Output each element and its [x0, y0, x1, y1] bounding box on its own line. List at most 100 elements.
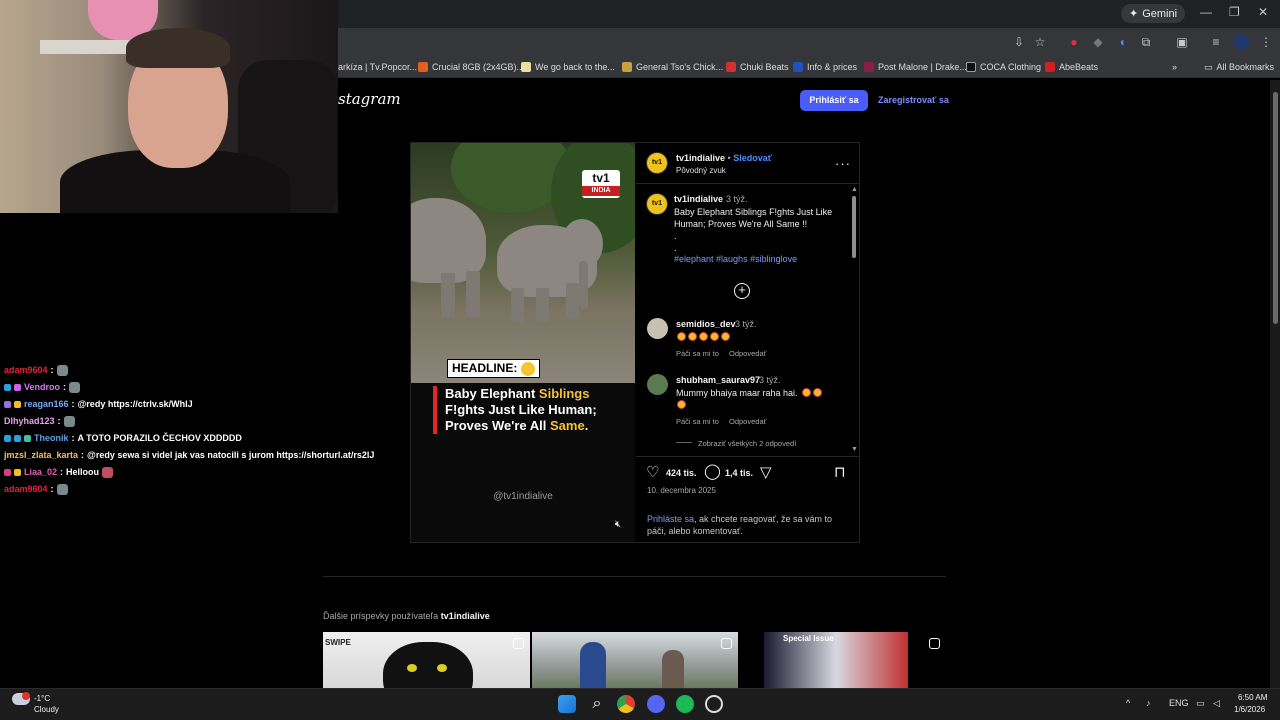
elephant-trunk: [579, 261, 588, 309]
comment-avatar[interactable]: [647, 318, 668, 339]
clock-date[interactable]: 1/6/2026: [1234, 705, 1265, 714]
all-bookmarks-folder[interactable]: ▭ All Bookmarks: [1204, 60, 1274, 74]
comment-like-link[interactable]: Páči sa mi to: [676, 417, 719, 426]
chat-message: Theonik: A TOTO PORAZILO ČECHOV XDDDDD: [4, 431, 242, 445]
bookmark-item[interactable]: Post Malone | Drake...: [864, 60, 967, 74]
share-icon[interactable]: ▽: [760, 463, 772, 481]
follow-link[interactable]: Sledovať: [733, 153, 772, 163]
caption-username[interactable]: tv1indialive: [674, 194, 723, 204]
bookmark-item[interactable]: COCA Clothing: [966, 60, 1041, 74]
bookmark-item[interactable]: Info & prices: [793, 60, 857, 74]
clock-time[interactable]: 6:50 AM: [1238, 693, 1267, 702]
comments-scrollbar-thumb[interactable]: [852, 196, 856, 258]
reel-video[interactable]: tv1 INDIA HEADLINE: Baby Elephant Siblin…: [411, 143, 635, 542]
app-icon[interactable]: [705, 695, 723, 713]
post-thumbnail[interactable]: SWIPE: [323, 632, 530, 688]
cat-eye: [437, 664, 447, 672]
tv1-india-logo: tv1 INDIA: [582, 170, 620, 198]
comment-time: 3 týž.: [735, 319, 757, 329]
view-replies-link[interactable]: Zobraziť všetkých 2 odpovedí: [698, 439, 796, 448]
bookmark-star-icon[interactable]: ☆: [1032, 34, 1048, 50]
bookmark-item[interactable]: Chuki Beats: [726, 60, 789, 74]
chrome-icon[interactable]: [617, 695, 635, 713]
volume-icon[interactable]: ◁: [1213, 698, 1220, 709]
comment-emojis: [802, 388, 822, 397]
caption-avatar[interactable]: tv1: [646, 193, 668, 215]
chat-emote: [69, 381, 81, 393]
reel-icon: [513, 638, 524, 649]
windows-taskbar: [0, 688, 1280, 720]
kebab-menu-icon[interactable]: ⋮: [1258, 34, 1274, 50]
caption-text: Baby Elephant Siblings F!ghts Just Like …: [674, 207, 833, 253]
comment-emojis: [677, 400, 686, 409]
header-divider: [636, 183, 859, 184]
more-options-icon[interactable]: ···: [835, 156, 851, 171]
weather-alert-badge: [22, 692, 30, 700]
chat-badge: [24, 434, 31, 442]
heart-icon[interactable]: ♡: [646, 463, 659, 481]
instagram-logo[interactable]: stagram: [338, 90, 401, 108]
webcam-overlay: [0, 0, 338, 213]
register-link[interactable]: Zaregistrovať sa: [878, 95, 949, 105]
maximize-icon[interactable]: ❐: [1229, 5, 1240, 19]
microphone-icon[interactable]: ♪: [1146, 698, 1151, 708]
language-indicator[interactable]: ENG: [1169, 698, 1189, 708]
search-icon[interactable]: ⌕: [588, 695, 606, 713]
scroll-up-arrow-icon[interactable]: ▲: [851, 186, 858, 193]
comment-avatar[interactable]: [647, 374, 668, 395]
spotify-icon[interactable]: [676, 695, 694, 713]
close-icon[interactable]: ✕: [1258, 5, 1268, 19]
save-bookmark-icon[interactable]: ⊓: [834, 463, 846, 481]
network-icon[interactable]: ▭: [1196, 698, 1205, 709]
comment-like-link[interactable]: Páči sa mi to: [676, 349, 719, 358]
bookmark-item[interactable]: We go back to the...: [521, 60, 615, 74]
extension-gray-icon[interactable]: ◆: [1090, 34, 1106, 50]
bookmark-item[interactable]: arkíza | Tv.Popcor...: [338, 60, 417, 74]
comment-reply-link[interactable]: Odpovedať: [729, 349, 766, 358]
bookmarks-overflow-icon[interactable]: »: [1172, 60, 1177, 74]
mute-icon[interactable]: 🔇︎: [611, 519, 625, 533]
chat-message: reagan166: @redy https://ctrlv.sk/WhlJ: [4, 397, 193, 411]
thumbnail-label: SWIPE: [325, 638, 351, 647]
load-more-comments-icon[interactable]: +: [734, 283, 750, 299]
profile-avatar[interactable]: [1233, 34, 1249, 50]
page-scrollbar-thumb[interactable]: [1273, 92, 1278, 324]
cat-eye: [407, 664, 417, 672]
post-thumbnail[interactable]: Special Issue: [739, 632, 946, 688]
weather-condition[interactable]: Cloudy: [34, 705, 59, 714]
chat-emote: [63, 415, 75, 427]
post-thumbnail[interactable]: [532, 632, 738, 688]
login-button[interactable]: Prihlásiť sa: [800, 90, 868, 111]
chat-badge: [14, 400, 21, 408]
author-username[interactable]: tv1indialive • Sledovať: [676, 153, 772, 163]
login-prompt-link[interactable]: Prihláste sa: [647, 514, 694, 524]
screen: ✦ Gemini — ❐ ✕ ⇩ ☆ ● ◆ ◖ ⧉ ▣ ≡ ⋮ arkíza |…: [0, 0, 1280, 720]
bookmark-item[interactable]: General Tso's Chick...: [622, 60, 723, 74]
comment-username[interactable]: semidios_dev: [676, 319, 736, 329]
original-audio-link[interactable]: Pôvodný zvuk: [676, 166, 726, 175]
chat-emote: [56, 483, 68, 495]
reading-list-icon[interactable]: ≡: [1208, 34, 1224, 50]
comment-reply-link[interactable]: Odpovedať: [729, 417, 766, 426]
more-posts-username[interactable]: tv1indialive: [441, 611, 490, 621]
extension-blue-icon[interactable]: ◖: [1114, 34, 1130, 50]
windows-start-icon[interactable]: [558, 695, 576, 713]
comment-bubble-icon[interactable]: ◯: [704, 462, 721, 480]
tray-overflow-icon[interactable]: ^: [1126, 698, 1130, 708]
scroll-down-arrow-icon[interactable]: ▼: [851, 446, 858, 453]
bookmark-item[interactable]: AbeBeats: [1045, 60, 1098, 74]
extension-red-icon[interactable]: ●: [1066, 34, 1082, 50]
comment-username[interactable]: shubham_saurav97: [676, 375, 760, 385]
install-app-icon[interactable]: ⇩: [1011, 34, 1027, 50]
shelf: [40, 40, 140, 54]
extensions-puzzle-icon[interactable]: ⧉: [1138, 34, 1154, 50]
gemini-button[interactable]: ✦ Gemini: [1121, 4, 1186, 23]
chat-message: adam9604:: [4, 363, 68, 377]
caption-hashtags[interactable]: #elephant #laughs #siblinglove: [674, 254, 797, 264]
author-avatar[interactable]: tv1: [646, 152, 668, 174]
minimize-icon[interactable]: —: [1200, 5, 1212, 19]
weather-temperature[interactable]: -1°C: [34, 694, 50, 703]
discord-icon[interactable]: [647, 695, 665, 713]
bookmark-item[interactable]: Crucial 8GB (2x4GB)...: [418, 60, 524, 74]
split-view-icon[interactable]: ▣: [1174, 34, 1190, 50]
